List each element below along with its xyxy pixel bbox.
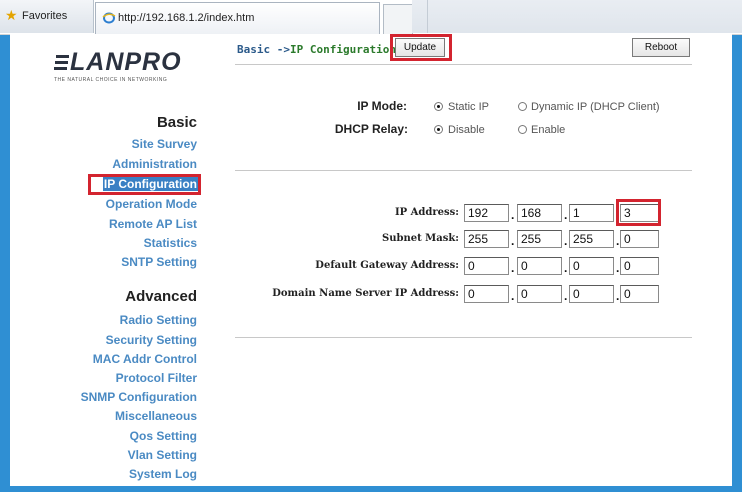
advanced-section-title: Advanced — [125, 288, 197, 305]
update-highlight — [390, 34, 452, 61]
octet-separator: . — [616, 261, 620, 275]
dhcp-relay-enable-label: Enable — [531, 124, 566, 136]
ip-address-octet-1[interactable]: 192 — [464, 204, 509, 222]
octet-separator: . — [511, 234, 515, 248]
tab-url: http://192.168.1.2/index.htm — [118, 12, 255, 24]
gateway-octet-3[interactable]: 0 — [569, 257, 614, 275]
logo-mark-icon — [54, 50, 70, 70]
ip-address-label: IP Address: — [394, 207, 459, 218]
subnet-mask-octet-1[interactable]: 255 — [464, 230, 509, 248]
ip-mode-static-label: Static IP — [448, 101, 489, 113]
ip-configuration-highlight — [88, 174, 201, 195]
default-gateway-label: Default Gateway Address: — [315, 260, 459, 271]
tab-divider — [427, 0, 428, 33]
breadcrumb-current: IP Configuration — [289, 43, 396, 56]
subnet-mask-octet-2[interactable]: 255 — [517, 230, 562, 248]
ip-mode-dynamic-radio[interactable] — [518, 102, 527, 111]
mode-divider — [235, 170, 692, 171]
sidebar-item-site-survey[interactable]: Site Survey — [132, 137, 197, 151]
ip-mode-static-radio[interactable] — [434, 102, 443, 111]
sidebar-item-statistics[interactable]: Statistics — [144, 236, 197, 250]
sidebar: LANPRO THE NATURAL CHOICE IN NETWORKING … — [10, 34, 220, 486]
browser-tab[interactable]: http://192.168.1.2/index.htm — [95, 2, 380, 34]
breadcrumb: Basic ->IP Configuration — [237, 43, 396, 56]
octet-separator: . — [564, 261, 568, 275]
logo-tagline: THE NATURAL CHOICE IN NETWORKING — [54, 77, 168, 83]
new-tab-button[interactable] — [383, 4, 413, 34]
subnet-mask-octet-4[interactable]: 0 — [620, 230, 659, 248]
sidebar-item-qos-setting[interactable]: Qos Setting — [130, 429, 197, 443]
octet-separator: . — [511, 289, 515, 303]
octet-separator: . — [511, 261, 515, 275]
ip-address-octet-2[interactable]: 168 — [517, 204, 562, 222]
dns-octet-2[interactable]: 0 — [517, 285, 562, 303]
logo-word: LANPRO — [70, 48, 182, 76]
sidebar-item-system-log[interactable]: System Log — [129, 467, 197, 481]
dhcp-relay-enable-radio[interactable] — [518, 125, 527, 134]
subnet-mask-label: Subnet Mask: — [381, 233, 459, 244]
ip-mode-dynamic-label: Dynamic IP (DHCP Client) — [531, 101, 660, 113]
logo-text: LANPRO — [54, 48, 182, 76]
sidebar-item-snmp-configuration[interactable]: SNMP Configuration — [81, 390, 197, 404]
sidebar-item-remote-ap-list[interactable]: Remote AP List — [109, 217, 197, 231]
octet-separator: . — [564, 234, 568, 248]
favorites-label: Favorites — [22, 10, 68, 22]
sidebar-item-protocol-filter[interactable]: Protocol Filter — [116, 371, 197, 385]
ip-mode-label: IP Mode: — [357, 99, 407, 113]
sidebar-item-operation-mode[interactable]: Operation Mode — [106, 197, 197, 211]
sidebar-item-security-setting[interactable]: Security Setting — [106, 333, 197, 347]
dhcp-relay-disable-radio[interactable] — [434, 125, 443, 134]
main-panel: Basic ->IP Configuration Update Reboot I… — [220, 34, 732, 486]
window-frame: ★ Favorites http://192.168.1.2/index.htm… — [0, 0, 742, 492]
sidebar-item-vlan-setting[interactable]: Vlan Setting — [128, 448, 197, 462]
gateway-octet-2[interactable]: 0 — [517, 257, 562, 275]
octet-separator: . — [511, 208, 515, 222]
star-icon: ★ — [5, 7, 18, 23]
favorites-button[interactable]: ★ Favorites — [0, 0, 94, 33]
page-content: LANPRO THE NATURAL CHOICE IN NETWORKING … — [10, 34, 732, 486]
ip-address-octet-3[interactable]: 1 — [569, 204, 614, 222]
sidebar-item-miscellaneous[interactable]: Miscellaneous — [115, 409, 197, 423]
octet-separator: . — [616, 234, 620, 248]
fields-divider — [235, 337, 692, 338]
dns-octet-4[interactable]: 0 — [620, 285, 659, 303]
dns-octet-3[interactable]: 0 — [569, 285, 614, 303]
octet-separator: . — [564, 208, 568, 222]
gateway-octet-1[interactable]: 0 — [464, 257, 509, 275]
dhcp-relay-disable-label: Disable — [448, 124, 485, 136]
octet-separator: . — [564, 289, 568, 303]
gateway-octet-4[interactable]: 0 — [620, 257, 659, 275]
sidebar-item-radio-setting[interactable]: Radio Setting — [120, 313, 197, 327]
sidebar-item-mac-addr-control[interactable]: MAC Addr Control — [93, 352, 197, 366]
subnet-mask-octet-3[interactable]: 255 — [569, 230, 614, 248]
ip-octet-highlight — [616, 199, 661, 226]
dhcp-relay-label: DHCP Relay: — [334, 122, 408, 136]
dns-ip-label: Domain Name Server IP Address: — [272, 288, 459, 299]
basic-section-title: Basic — [156, 114, 197, 131]
sidebar-item-administration[interactable]: Administration — [112, 157, 197, 171]
reboot-button[interactable]: Reboot — [632, 38, 690, 57]
dns-octet-1[interactable]: 0 — [464, 285, 509, 303]
tab-strip-filler — [412, 0, 742, 33]
breadcrumb-prefix: Basic -> — [237, 43, 290, 56]
octet-separator: . — [616, 289, 620, 303]
browser-tab-bar: ★ Favorites http://192.168.1.2/index.htm — [0, 0, 742, 35]
ie-logo-icon — [102, 12, 116, 24]
lanpro-logo: LANPRO THE NATURAL CHOICE IN NETWORKING — [54, 48, 190, 84]
sidebar-item-sntp-setting[interactable]: SNTP Setting — [121, 255, 197, 269]
header-divider — [235, 64, 692, 65]
